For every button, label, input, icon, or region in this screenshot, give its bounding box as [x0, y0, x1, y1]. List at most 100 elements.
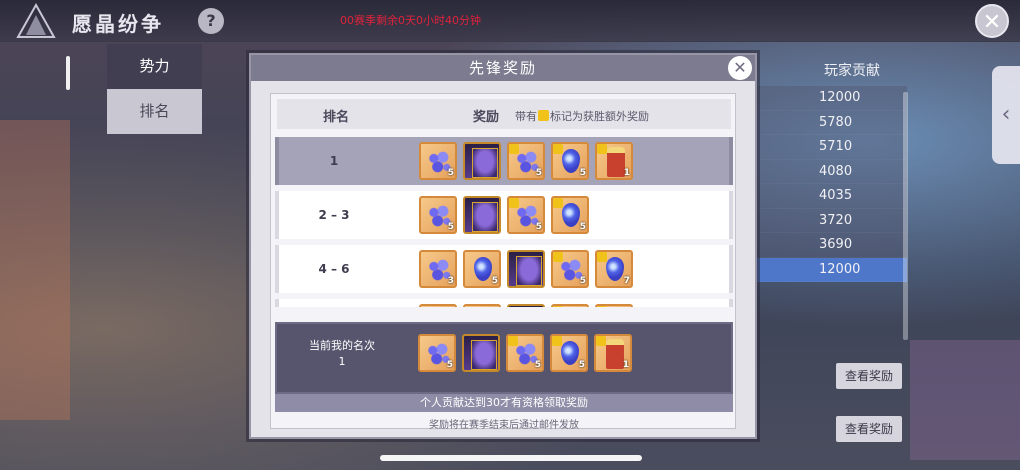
reward-row: 4 – 6 3 5 5 7	[275, 245, 733, 293]
season-timer: 00赛季剩余0天0小时40分钟	[340, 14, 481, 27]
eligibility-note: 个人贡献达到30才有资格领取奖励	[275, 394, 733, 412]
win-bonus-star-icon	[553, 198, 563, 208]
reward-item-portrait-icon[interactable]	[463, 142, 501, 180]
nav-item-faction[interactable]: 势力	[107, 44, 202, 89]
side-panel-toggle[interactable]: ‹	[992, 66, 1020, 164]
reward-item-drops-icon[interactable]: 5	[551, 250, 589, 288]
contribution-value: 4080	[757, 159, 907, 184]
rank-range: 1	[329, 154, 339, 168]
win-bonus-star-icon	[509, 198, 519, 208]
reward-row: 1 5 5 5 1	[275, 137, 733, 185]
reward-item-drops-icon[interactable]	[551, 304, 589, 307]
help-button[interactable]: ?	[198, 8, 224, 34]
item-count: 1	[622, 360, 629, 370]
reward-item-drops-icon[interactable]: 5	[507, 142, 545, 180]
win-bonus-star-icon	[553, 252, 563, 262]
home-indicator[interactable]	[380, 455, 642, 461]
reward-item-portrait-icon[interactable]	[507, 250, 545, 288]
column-rank: 排名	[323, 110, 350, 125]
reward-item-drops-icon[interactable]: 3	[419, 250, 457, 288]
item-count: 3	[447, 276, 454, 286]
background-decoration	[0, 120, 70, 420]
modal-title: 先锋奖励	[251, 55, 755, 81]
reward-item-drop-icon[interactable]: 5	[551, 142, 589, 180]
item-count: 5	[535, 222, 542, 232]
item-count: 5	[579, 222, 586, 232]
scrollbar[interactable]	[66, 56, 70, 90]
scrollbar[interactable]	[903, 92, 908, 340]
reward-item-drops-icon[interactable]	[419, 304, 457, 307]
reward-items	[419, 304, 633, 307]
my-contribution-value: 12000	[757, 257, 907, 282]
faction-logo-icon	[16, 3, 56, 38]
view-reward-button[interactable]: 查看奖励	[836, 416, 902, 442]
contribution-value: 5780	[757, 110, 907, 135]
win-bonus-star-icon	[596, 336, 606, 346]
column-reward: 奖励	[473, 110, 500, 125]
item-count: 7	[623, 276, 630, 286]
reward-item-drops-icon[interactable]: 5	[506, 334, 544, 372]
reward-item-drop-icon[interactable]	[595, 304, 633, 307]
item-count: 5	[446, 360, 453, 370]
reward-note: 带有 标记为获胜额外奖励	[515, 108, 649, 124]
reward-list[interactable]: 1 5 5 5 1 2 – 3 5 5 5 4 – 6 3 5 5 7	[275, 137, 733, 307]
reward-item-costume-icon[interactable]: 1	[595, 142, 633, 180]
my-rank-label: 当前我的名次 1	[277, 338, 407, 370]
win-bonus-star-icon	[553, 144, 563, 154]
win-bonus-star-icon	[509, 144, 519, 154]
contribution-panel: 玩家贡献 12000 5780 5710 4080 4035 3720 3690…	[757, 56, 907, 282]
reward-items: 5 5 5 1	[419, 142, 633, 180]
reward-row: 2 – 3 5 5 5	[275, 191, 733, 239]
reward-table: 排名 奖励 带有 标记为获胜额外奖励 1 5 5 5 1 2 – 3 5 5 5 4 – 6 3 5 5 7…	[270, 93, 736, 431]
contribution-header: 玩家贡献	[824, 63, 880, 79]
note-prefix: 带有	[515, 110, 537, 123]
my-reward-items: 5 5 5 1	[418, 334, 632, 372]
table-header: 排名 奖励 带有 标记为获胜额外奖励	[277, 99, 731, 129]
reward-row	[275, 299, 733, 307]
reward-item-portrait-icon[interactable]	[462, 334, 500, 372]
item-count: 5	[578, 360, 585, 370]
reward-items: 5 5 5	[419, 196, 589, 234]
my-rank-title: 当前我的名次	[309, 339, 375, 352]
reward-items: 3 5 5 7	[419, 250, 633, 288]
win-bonus-star-icon	[597, 306, 607, 307]
reward-item-drops-icon[interactable]: 5	[419, 142, 457, 180]
left-nav: 势力 排名	[107, 44, 202, 134]
reward-item-drops-icon[interactable]: 5	[507, 196, 545, 234]
nav-item-ranking[interactable]: 排名	[107, 89, 202, 134]
win-bonus-star-icon	[553, 306, 563, 307]
reward-item-drops-icon[interactable]: 5	[419, 196, 457, 234]
star-mark-icon	[538, 110, 549, 121]
note-suffix: 标记为获胜额外奖励	[550, 110, 649, 123]
reward-item-costume-icon[interactable]: 1	[594, 334, 632, 372]
reward-item-drops-icon[interactable]: 5	[418, 334, 456, 372]
modal-close-icon[interactable]: ✕	[728, 56, 752, 80]
reward-item-drop-icon[interactable]	[463, 304, 501, 307]
reward-item-drop-icon[interactable]: 5	[551, 196, 589, 234]
item-count: 5	[534, 360, 541, 370]
item-count: 5	[491, 276, 498, 286]
rank-range: 4 – 6	[318, 262, 350, 276]
item-count: 5	[447, 168, 454, 178]
reward-item-drop-icon[interactable]: 5	[463, 250, 501, 288]
reward-item-drop-icon[interactable]: 5	[550, 334, 588, 372]
win-bonus-star-icon	[597, 144, 607, 154]
item-count: 1	[623, 168, 630, 178]
contribution-value: 3720	[757, 208, 907, 233]
top-bar: 愿晶纷争 ? 00赛季剩余0天0小时40分钟 ✕	[0, 0, 1020, 42]
my-rank-value: 1	[338, 355, 346, 368]
item-count: 5	[535, 168, 542, 178]
win-bonus-star-icon	[597, 252, 607, 262]
my-rank-row: 当前我的名次 1 5 5 5 1	[275, 322, 733, 394]
reward-item-portrait-icon[interactable]	[507, 304, 545, 307]
background-decoration	[910, 340, 1020, 460]
item-count: 5	[447, 222, 454, 232]
item-count: 5	[579, 276, 586, 286]
view-reward-button[interactable]: 查看奖励	[836, 363, 902, 389]
item-count: 5	[579, 168, 586, 178]
close-icon[interactable]: ✕	[975, 4, 1009, 38]
contribution-value: 5710	[757, 135, 907, 160]
reward-item-drop-icon[interactable]: 7	[595, 250, 633, 288]
reward-item-portrait-icon[interactable]	[463, 196, 501, 234]
contribution-value: 4035	[757, 184, 907, 209]
